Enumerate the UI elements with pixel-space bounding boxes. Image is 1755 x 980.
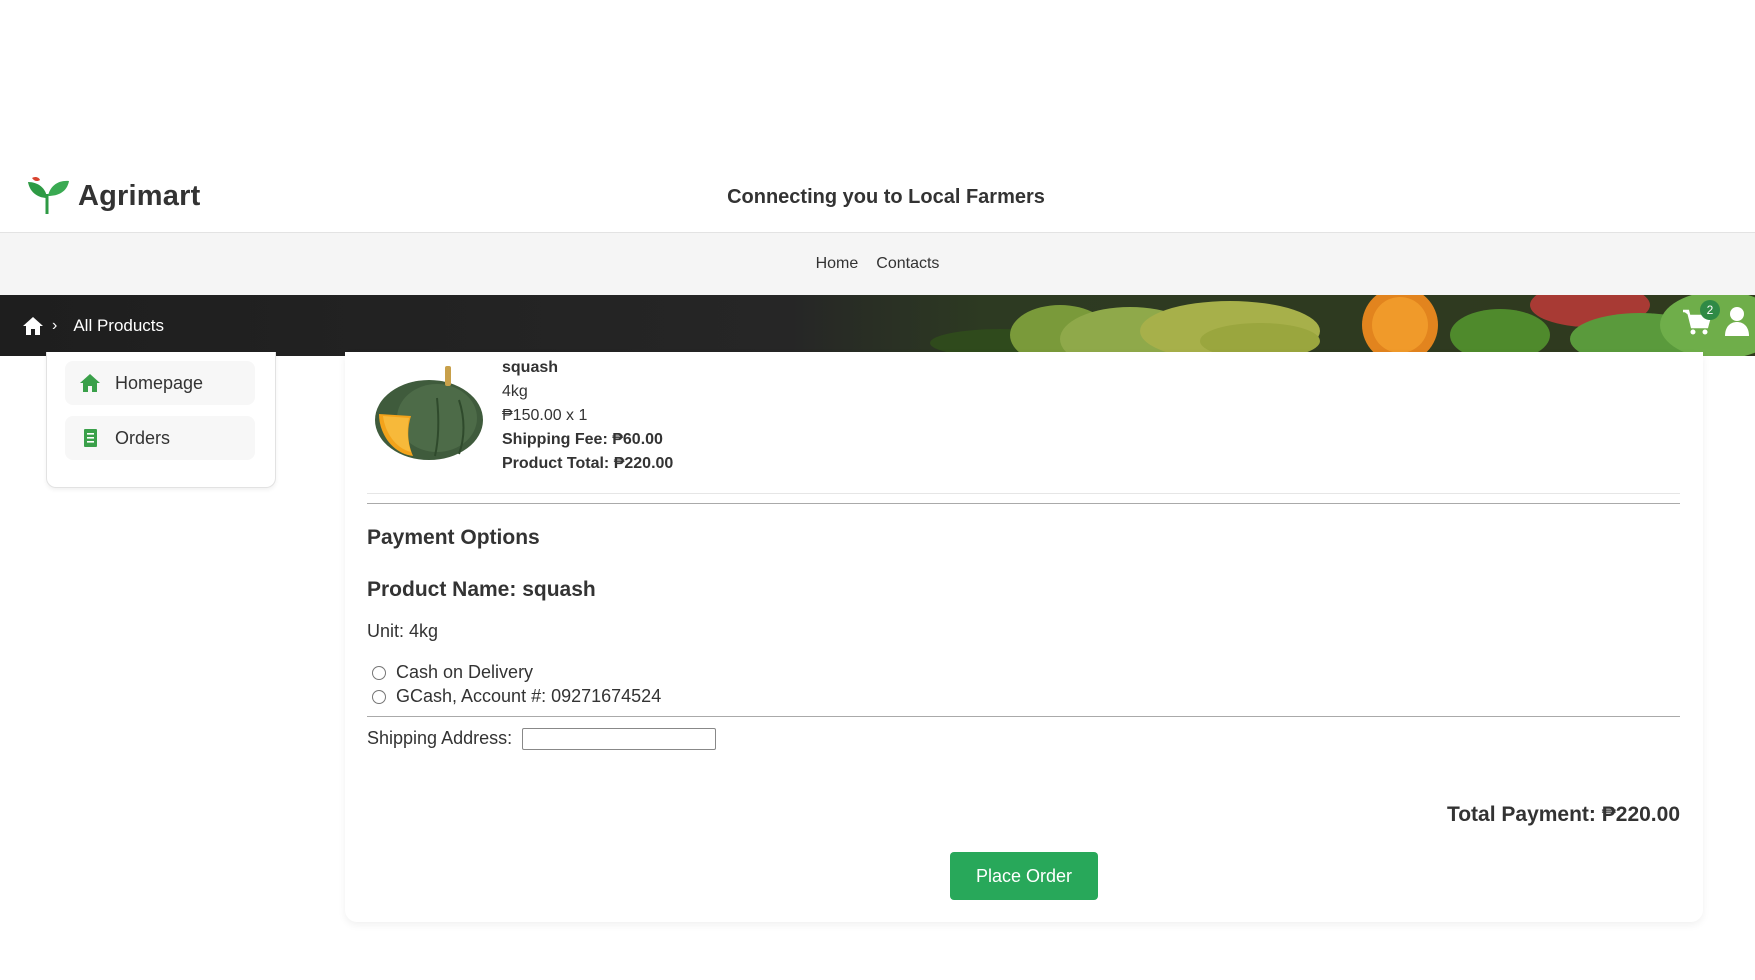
product-price-quantity: ₱150.00 x 1 xyxy=(502,407,588,424)
divider xyxy=(367,503,1680,504)
product-unit: 4kg xyxy=(502,383,528,400)
vegetables-banner-image xyxy=(930,295,1755,356)
home-icon[interactable] xyxy=(22,316,44,336)
sidebar-item-orders[interactable]: Orders xyxy=(65,416,255,460)
total-payment: Total Payment: ₱220.00 xyxy=(1446,803,1680,826)
divider xyxy=(367,493,1680,494)
gcash-radio[interactable] xyxy=(372,689,386,704)
breadcrumb: › All Products xyxy=(22,295,164,356)
product-shipping-fee: Shipping Fee: ₱60.00 xyxy=(502,431,663,448)
hero-banner: › All Products xyxy=(0,295,1755,356)
payment-option-gcash[interactable]: GCash, Account #: 09271674524 xyxy=(372,686,661,707)
sidebar-item-label: Orders xyxy=(115,427,171,448)
sidebar: Homepage Orders xyxy=(46,352,276,488)
home-icon xyxy=(80,374,100,392)
squash-product-image xyxy=(375,366,483,460)
payment-options-heading: Payment Options xyxy=(367,526,540,549)
tagline: Connecting you to Local Farmers xyxy=(727,186,1045,208)
divider xyxy=(367,716,1680,717)
sidebar-item-label: Homepage xyxy=(115,372,204,393)
payment-option-label: GCash, Account #: 09271674524 xyxy=(396,686,662,706)
top-nav: Home Contacts xyxy=(0,232,1755,295)
payment-option-label: Cash on Delivery xyxy=(396,662,534,682)
product-name: squash xyxy=(502,359,559,376)
payment-option-cod[interactable]: Cash on Delivery xyxy=(372,662,533,683)
breadcrumb-all-products[interactable]: All Products xyxy=(73,316,164,336)
breadcrumb-separator: › xyxy=(52,316,58,334)
payment-unit: Unit: 4kg xyxy=(367,621,439,641)
user-icon[interactable] xyxy=(1724,306,1750,336)
shipping-address-input[interactable] xyxy=(522,728,716,750)
shipping-address-label: Shipping Address: xyxy=(367,728,513,748)
cod-radio[interactable] xyxy=(372,665,386,680)
nav-home-link[interactable]: Home xyxy=(816,255,859,273)
product-total: Product Total: ₱220.00 xyxy=(502,455,674,472)
place-order-button[interactable]: Place Order xyxy=(950,852,1098,900)
cart-count-badge: 2 xyxy=(1700,300,1720,320)
payment-product-name: Product Name: squash xyxy=(367,578,596,601)
receipt-icon xyxy=(84,429,97,447)
nav-contacts-link[interactable]: Contacts xyxy=(876,255,939,273)
sidebar-item-homepage[interactable]: Homepage xyxy=(65,361,255,405)
